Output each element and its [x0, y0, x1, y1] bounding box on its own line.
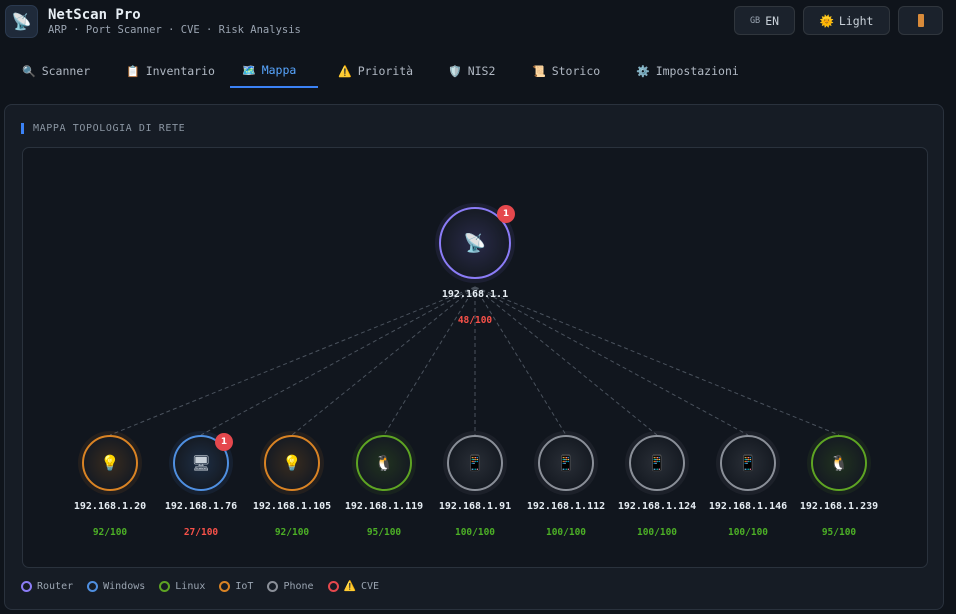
phone-icon: 📱 [738, 454, 758, 472]
node-circle[interactable]: 🐧 [811, 435, 867, 491]
legend-item-linux: Linux [159, 580, 206, 592]
tab-storico[interactable]: 📜 Storico [520, 54, 612, 88]
penguin-icon: 🐧 [829, 454, 849, 472]
node-ip: 192.168.1.239 [799, 501, 879, 512]
tab-mappa[interactable]: 🗺️ Mappa [230, 54, 318, 88]
legend-ring-icon [267, 580, 279, 592]
legend-ring-icon [159, 580, 171, 592]
legend-label: Windows [103, 580, 146, 592]
node-circle[interactable]: 📱 [538, 435, 594, 491]
node-risk-score: 95/100 [821, 527, 857, 538]
legend-item-cve: ⚠️ CVE [327, 580, 380, 592]
tab-icon: ⚠️ [338, 64, 352, 78]
legend-ring-icon [87, 580, 99, 592]
tab-scanner[interactable]: 🔍 Scanner [10, 54, 100, 88]
app-header: 📡 NetScan Pro ARP · Port Scanner · CVE ·… [0, 0, 956, 46]
node-circle[interactable]: 🖥 1 [173, 433, 233, 491]
satellite-dish-icon: 📡 [463, 232, 487, 254]
node-circle[interactable]: 📱 [720, 435, 776, 491]
tab-icon: 📋 [126, 64, 140, 78]
app-title: NetScan Pro [48, 7, 141, 23]
tab-label: Storico [551, 64, 601, 78]
penguin-icon: 🐧 [374, 454, 394, 472]
legend-label: IoT [235, 580, 254, 592]
legend-ring-icon [327, 580, 339, 592]
tab-icon: ⚙️ [636, 64, 650, 78]
lightbulb-icon: 💡 [100, 454, 120, 472]
tab-label: Impostazioni [655, 64, 739, 78]
tab-label: Inventario [145, 64, 215, 78]
language-label: EN [765, 13, 780, 28]
node-risk-score: 48/100 [457, 315, 493, 326]
section-title: MAPPA TOPOLOGIA DI RETE [21, 123, 185, 134]
node-circle[interactable]: 💡 [264, 435, 320, 491]
lightbulb-icon: 💡 [282, 454, 302, 472]
node-circle[interactable]: 🐧 [356, 435, 412, 491]
legend-label: Linux [175, 580, 206, 592]
node-circle[interactable]: 💡 [82, 435, 138, 491]
legend-ring-icon [21, 580, 32, 592]
node-circle[interactable]: 📡 1 [439, 205, 515, 279]
tab-inventario[interactable]: 📋 Inventario [114, 54, 216, 88]
satellite-dish-icon: 📡 [5, 5, 38, 38]
tab-priorità[interactable]: ⚠️ Priorità [326, 54, 420, 88]
device-node[interactable]: 🐧 192.168.1.239 95/100 [784, 435, 894, 538]
theme-toggle-button[interactable]: 🌞 Light [803, 6, 890, 35]
phone-icon: 📱 [647, 454, 667, 472]
topology-panel: MAPPA TOPOLOGIA DI RETE 📡 1 192.168.1.1 48/… [4, 104, 944, 610]
map-legend: Router Windows Linux IoT Phone ⚠️ CVE [21, 579, 393, 593]
legend-item-phone: Phone [267, 580, 314, 592]
tab-icon: 🗺️ [242, 63, 256, 77]
tab-label: NIS2 [467, 64, 496, 78]
legend-item-router: Router [21, 580, 74, 592]
tab-icon: 🛡️ [448, 64, 462, 78]
node-circle[interactable]: 📱 [629, 435, 685, 491]
legend-label: Router [37, 580, 74, 592]
language-button[interactable]: GB EN [734, 6, 795, 35]
tab-icon: 📜 [532, 64, 546, 78]
logout-button[interactable] [898, 6, 943, 35]
tab-label: Scanner [41, 64, 91, 78]
node-circle[interactable]: 📱 [447, 435, 503, 491]
tab-icon: 🔍 [22, 64, 36, 78]
tab-label: Priorità [357, 64, 414, 78]
warning-icon: ⚠️ [343, 580, 357, 592]
legend-item-windows: Windows [87, 580, 146, 592]
sun-icon: 🌞 [819, 13, 834, 28]
phone-icon: 📱 [556, 454, 576, 472]
door-icon [917, 14, 924, 27]
legend-label: CVE [361, 580, 380, 592]
network-map[interactable]: 📡 1 192.168.1.1 48/100 💡 192.168.1.20 92/100 🖥 1… [22, 147, 928, 568]
legend-item-iot: IoT [219, 580, 254, 592]
tab-nis2[interactable]: 🛡️ NIS2 [436, 54, 504, 88]
cve-count-badge: 1 [215, 433, 233, 451]
cve-count-badge: 1 [497, 205, 515, 223]
node-ip: 192.168.1.1 [441, 289, 509, 300]
app-subtitle: ARP · Port Scanner · CVE · Risk Analysis [48, 24, 301, 36]
tab-label: Mappa [261, 63, 297, 77]
desktop-icon: 🖥 [191, 454, 211, 472]
tab-impostazioni[interactable]: ⚙️ Impostazioni [624, 54, 744, 88]
flag-icon: GB [749, 15, 761, 26]
router-node[interactable]: 📡 1 192.168.1.1 48/100 [420, 205, 530, 326]
legend-label: Phone [283, 580, 314, 592]
theme-label: Light [838, 13, 874, 28]
legend-ring-icon [219, 580, 231, 592]
tab-bar: 🔍 Scanner 📋 Inventario 🗺️ Mappa ⚠️ Priorità 🛡️ NI… [0, 54, 956, 88]
phone-icon: 📱 [465, 454, 485, 472]
